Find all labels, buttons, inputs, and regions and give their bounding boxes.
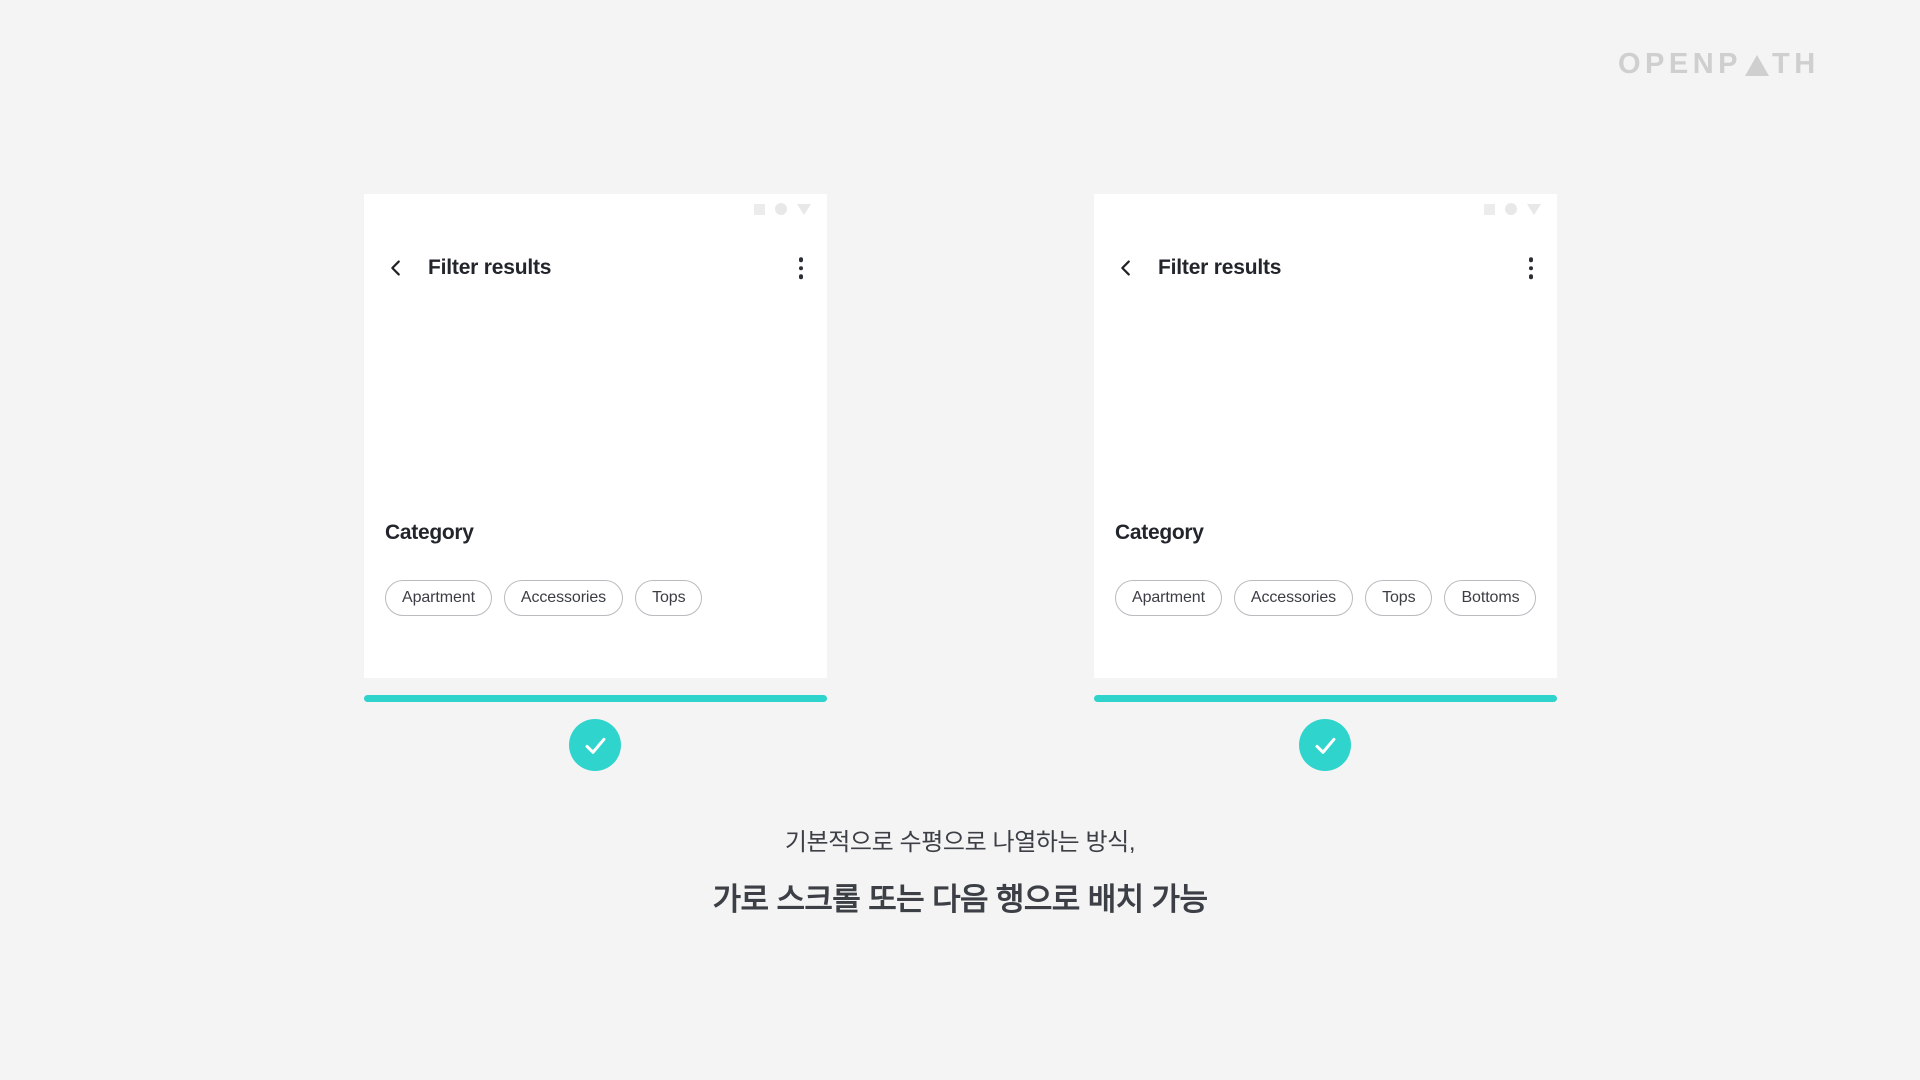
kebab-menu-icon[interactable] xyxy=(1528,257,1533,279)
kebab-menu-icon[interactable] xyxy=(798,257,803,279)
status-bar xyxy=(754,203,811,215)
chip-apartment[interactable]: Apartment xyxy=(385,580,492,616)
square-icon xyxy=(754,203,765,215)
caption-line-2: 가로 스크롤 또는 다음 행으로 배치 가능 xyxy=(712,882,1208,917)
openpath-logo: OPENP TH xyxy=(1618,48,1820,81)
card-header: Filter results xyxy=(1094,236,1557,300)
check-icon xyxy=(1315,737,1335,754)
chip-label: Apartment xyxy=(1132,589,1205,606)
check-icon xyxy=(585,737,605,754)
section-title-category: Category xyxy=(385,521,474,544)
filter-card-horizontal-scroll: Filter results Category Apartment Access… xyxy=(1094,194,1557,678)
circle-icon xyxy=(775,203,787,215)
approved-badge-left xyxy=(569,719,621,771)
chip-tops[interactable]: Tops xyxy=(1365,580,1433,616)
filter-card-default: Filter results Category Apartment Access… xyxy=(364,194,827,678)
chip-label: Apartment xyxy=(402,589,475,606)
chip-label: Tops xyxy=(1382,589,1416,606)
accent-bar-left xyxy=(364,695,827,702)
caption-line-1: 기본적으로 수평으로 나열하는 방식, xyxy=(784,829,1136,856)
chip-bottoms[interactable]: Bottoms xyxy=(1444,580,1537,616)
chip-accessories[interactable]: Accessories xyxy=(503,580,624,616)
chevron-left-icon[interactable] xyxy=(385,257,407,279)
square-icon xyxy=(1484,203,1495,215)
chip-apartment[interactable]: Apartment xyxy=(1115,580,1222,616)
triangle-down-icon xyxy=(1527,203,1541,215)
accent-bar-right xyxy=(1094,695,1557,702)
chip-row-category: Apartment Accessories Tops xyxy=(385,580,703,616)
page-title: Filter results xyxy=(1158,256,1282,279)
card-header: Filter results xyxy=(364,236,827,300)
approved-badge-right xyxy=(1299,719,1351,771)
section-title-category: Category xyxy=(1115,521,1204,544)
chip-label: Accessories xyxy=(1250,589,1337,606)
chip-row-category-scrollable[interactable]: Apartment Accessories Tops Bottoms xyxy=(1115,580,1537,616)
triangle-down-icon xyxy=(797,203,811,215)
chip-label: Tops xyxy=(652,589,686,606)
chip-accessories[interactable]: Accessories xyxy=(1233,580,1354,616)
logo-text-part1: OPENP xyxy=(1618,48,1743,80)
circle-icon xyxy=(1505,203,1517,215)
chip-label: Accessories xyxy=(520,589,607,606)
status-bar xyxy=(1484,203,1541,215)
chevron-left-icon[interactable] xyxy=(1115,257,1137,279)
logo-text-part2: TH xyxy=(1772,48,1820,80)
page-title: Filter results xyxy=(428,256,552,279)
triangle-a-icon xyxy=(1745,55,1770,76)
chip-label: Bottoms xyxy=(1461,589,1520,606)
chip-tops[interactable]: Tops xyxy=(635,580,703,616)
